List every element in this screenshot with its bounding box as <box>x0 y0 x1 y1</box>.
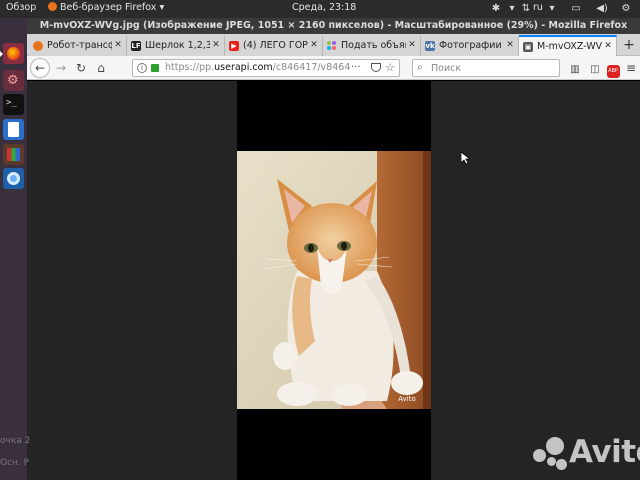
app-menu[interactable]: Веб-браузер Firefox ▾ <box>48 2 164 13</box>
sidebar-button[interactable]: ◫ <box>587 60 603 76</box>
close-icon[interactable]: ✕ <box>309 39 319 51</box>
top-panel: Обзор Веб-браузер Firefox ▾ Среда, 23:18… <box>0 0 640 18</box>
library-button[interactable]: ▥ <box>567 60 583 76</box>
vk-icon: vk <box>425 41 435 51</box>
url-bar[interactable]: i https://pp.userapi.com/c846417/v8464 ·… <box>132 59 400 77</box>
terminal-launcher[interactable]: >_ <box>3 94 24 115</box>
battery-icon[interactable]: ▭ <box>570 3 582 15</box>
tab[interactable]: LF Шерлок 1,2,3 ✕ <box>127 36 225 56</box>
menu-button[interactable]: ≡ <box>623 60 639 76</box>
image-viewer[interactable]: Avito <box>237 81 431 480</box>
tab[interactable]: Подать объяв ✕ <box>323 36 421 56</box>
tab-label: Шерлок 1,2,3 <box>145 40 210 51</box>
avito-watermark-text: Avito <box>569 434 640 470</box>
firefox-icon <box>48 2 57 11</box>
search-field[interactable]: ⌕ Поиск <box>412 59 560 77</box>
reload-button[interactable]: ↻ <box>73 60 89 76</box>
document-icon <box>8 122 19 137</box>
tab-active[interactable]: ▣ M-mvOXZ-WVg ✕ <box>519 35 617 56</box>
document-launcher[interactable] <box>3 119 24 140</box>
home-button[interactable]: ⌂ <box>93 60 109 76</box>
hamburger-icon: ≡ <box>625 61 637 75</box>
close-icon[interactable]: ✕ <box>603 40 613 52</box>
close-icon[interactable]: ✕ <box>407 39 417 51</box>
volume-icon[interactable]: ◀) <box>596 3 608 15</box>
settings-launcher[interactable]: ⚙ <box>3 70 24 91</box>
tab[interactable]: Робот-трансф ✕ <box>29 36 127 56</box>
chromium-launcher[interactable] <box>3 168 24 189</box>
firefox-launcher[interactable] <box>0 43 24 64</box>
settings-icon[interactable]: ⚙ <box>620 3 632 15</box>
avito-logo-icon <box>533 437 567 471</box>
close-icon[interactable]: ✕ <box>505 39 515 51</box>
reload-icon: ↻ <box>75 61 87 75</box>
clock[interactable]: Среда, 23:18 <box>292 2 356 13</box>
activities-button[interactable]: Обзор <box>6 2 36 13</box>
background-text: очка 2 <box>0 436 31 446</box>
page-content: Avito <box>27 81 640 480</box>
forward-button[interactable]: → <box>53 60 69 76</box>
search-placeholder: Поиск <box>431 63 462 74</box>
terminal-icon: >_ <box>6 98 17 108</box>
new-tab-button[interactable]: + <box>621 37 637 53</box>
dropbox-chevron-icon[interactable]: ▾ <box>506 3 518 15</box>
gear-icon: ⚙ <box>7 73 19 88</box>
firefox-icon <box>7 47 20 60</box>
adblock-button[interactable]: ABP <box>605 60 621 78</box>
pocket-icon[interactable] <box>371 63 381 72</box>
accessibility-icon[interactable]: ✱ <box>490 3 502 15</box>
close-icon[interactable]: ✕ <box>113 39 123 51</box>
tab-label: Подать объяв <box>341 40 406 51</box>
arrow-right-icon: → <box>55 61 67 75</box>
more-icon[interactable]: ··· <box>351 62 361 73</box>
navigation-bar: ← → ↻ ⌂ i https://pp.userapi.com/c846417… <box>27 56 640 80</box>
keyboard-layout[interactable]: ru <box>533 2 543 13</box>
books-icon <box>7 148 20 161</box>
info-icon[interactable]: i <box>137 63 147 73</box>
app-menu-label: Веб-браузер Firefox <box>60 2 157 13</box>
sidebar-icon: ◫ <box>590 64 600 75</box>
chevron-down-icon: ▾ <box>159 2 165 13</box>
tab-label: M-mvOXZ-WVg <box>537 41 602 52</box>
adblock-icon: ABP <box>606 65 620 78</box>
tab-label: Робот-трансф <box>47 40 112 51</box>
window-title: M-mvOXZ-WVg.jpg (Изображение JPEG, 1051 … <box>27 18 640 34</box>
bookmark-star-icon[interactable]: ☆ <box>385 61 395 74</box>
tab-label: Фотографии и <box>439 40 504 51</box>
search-icon: ⌕ <box>417 62 423 73</box>
chromium-icon <box>7 172 20 185</box>
home-icon: ⌂ <box>97 61 105 75</box>
tab[interactable]: vk Фотографии и ✕ <box>421 36 519 56</box>
arrow-left-icon: ← <box>34 61 46 75</box>
url-text: https://pp.userapi.com/c846417/v8464 <box>165 62 351 73</box>
photo-watermark: Avito <box>398 395 416 403</box>
avito-icon <box>327 41 337 51</box>
tab[interactable]: ▶ (4) ЛЕГО ГОРН ✕ <box>225 36 323 56</box>
launcher: ⚙ >_ <box>0 18 27 480</box>
network-icon[interactable]: ⇅ <box>520 3 532 15</box>
lock-icon[interactable] <box>151 64 159 72</box>
cat-photo[interactable]: Avito <box>237 151 431 409</box>
image-icon: ▣ <box>523 42 533 52</box>
youtube-icon: ▶ <box>229 41 239 51</box>
lf-icon: LF <box>131 41 141 51</box>
firefox-icon <box>33 41 43 51</box>
tab-bar: Робот-трансф ✕ LF Шерлок 1,2,3 ✕ ▶ (4) Л… <box>27 34 640 56</box>
books-launcher[interactable] <box>3 144 24 165</box>
close-icon[interactable]: ✕ <box>211 39 221 51</box>
background-text: Осн. Р <box>0 458 30 468</box>
chevron-down-icon[interactable]: ▾ <box>546 3 558 15</box>
cat-photo-image: Avito <box>237 151 431 409</box>
mouse-cursor-icon <box>461 152 470 165</box>
back-button[interactable]: ← <box>30 58 50 78</box>
tab-label: (4) ЛЕГО ГОРН <box>243 40 308 51</box>
library-icon: ▥ <box>570 64 580 75</box>
